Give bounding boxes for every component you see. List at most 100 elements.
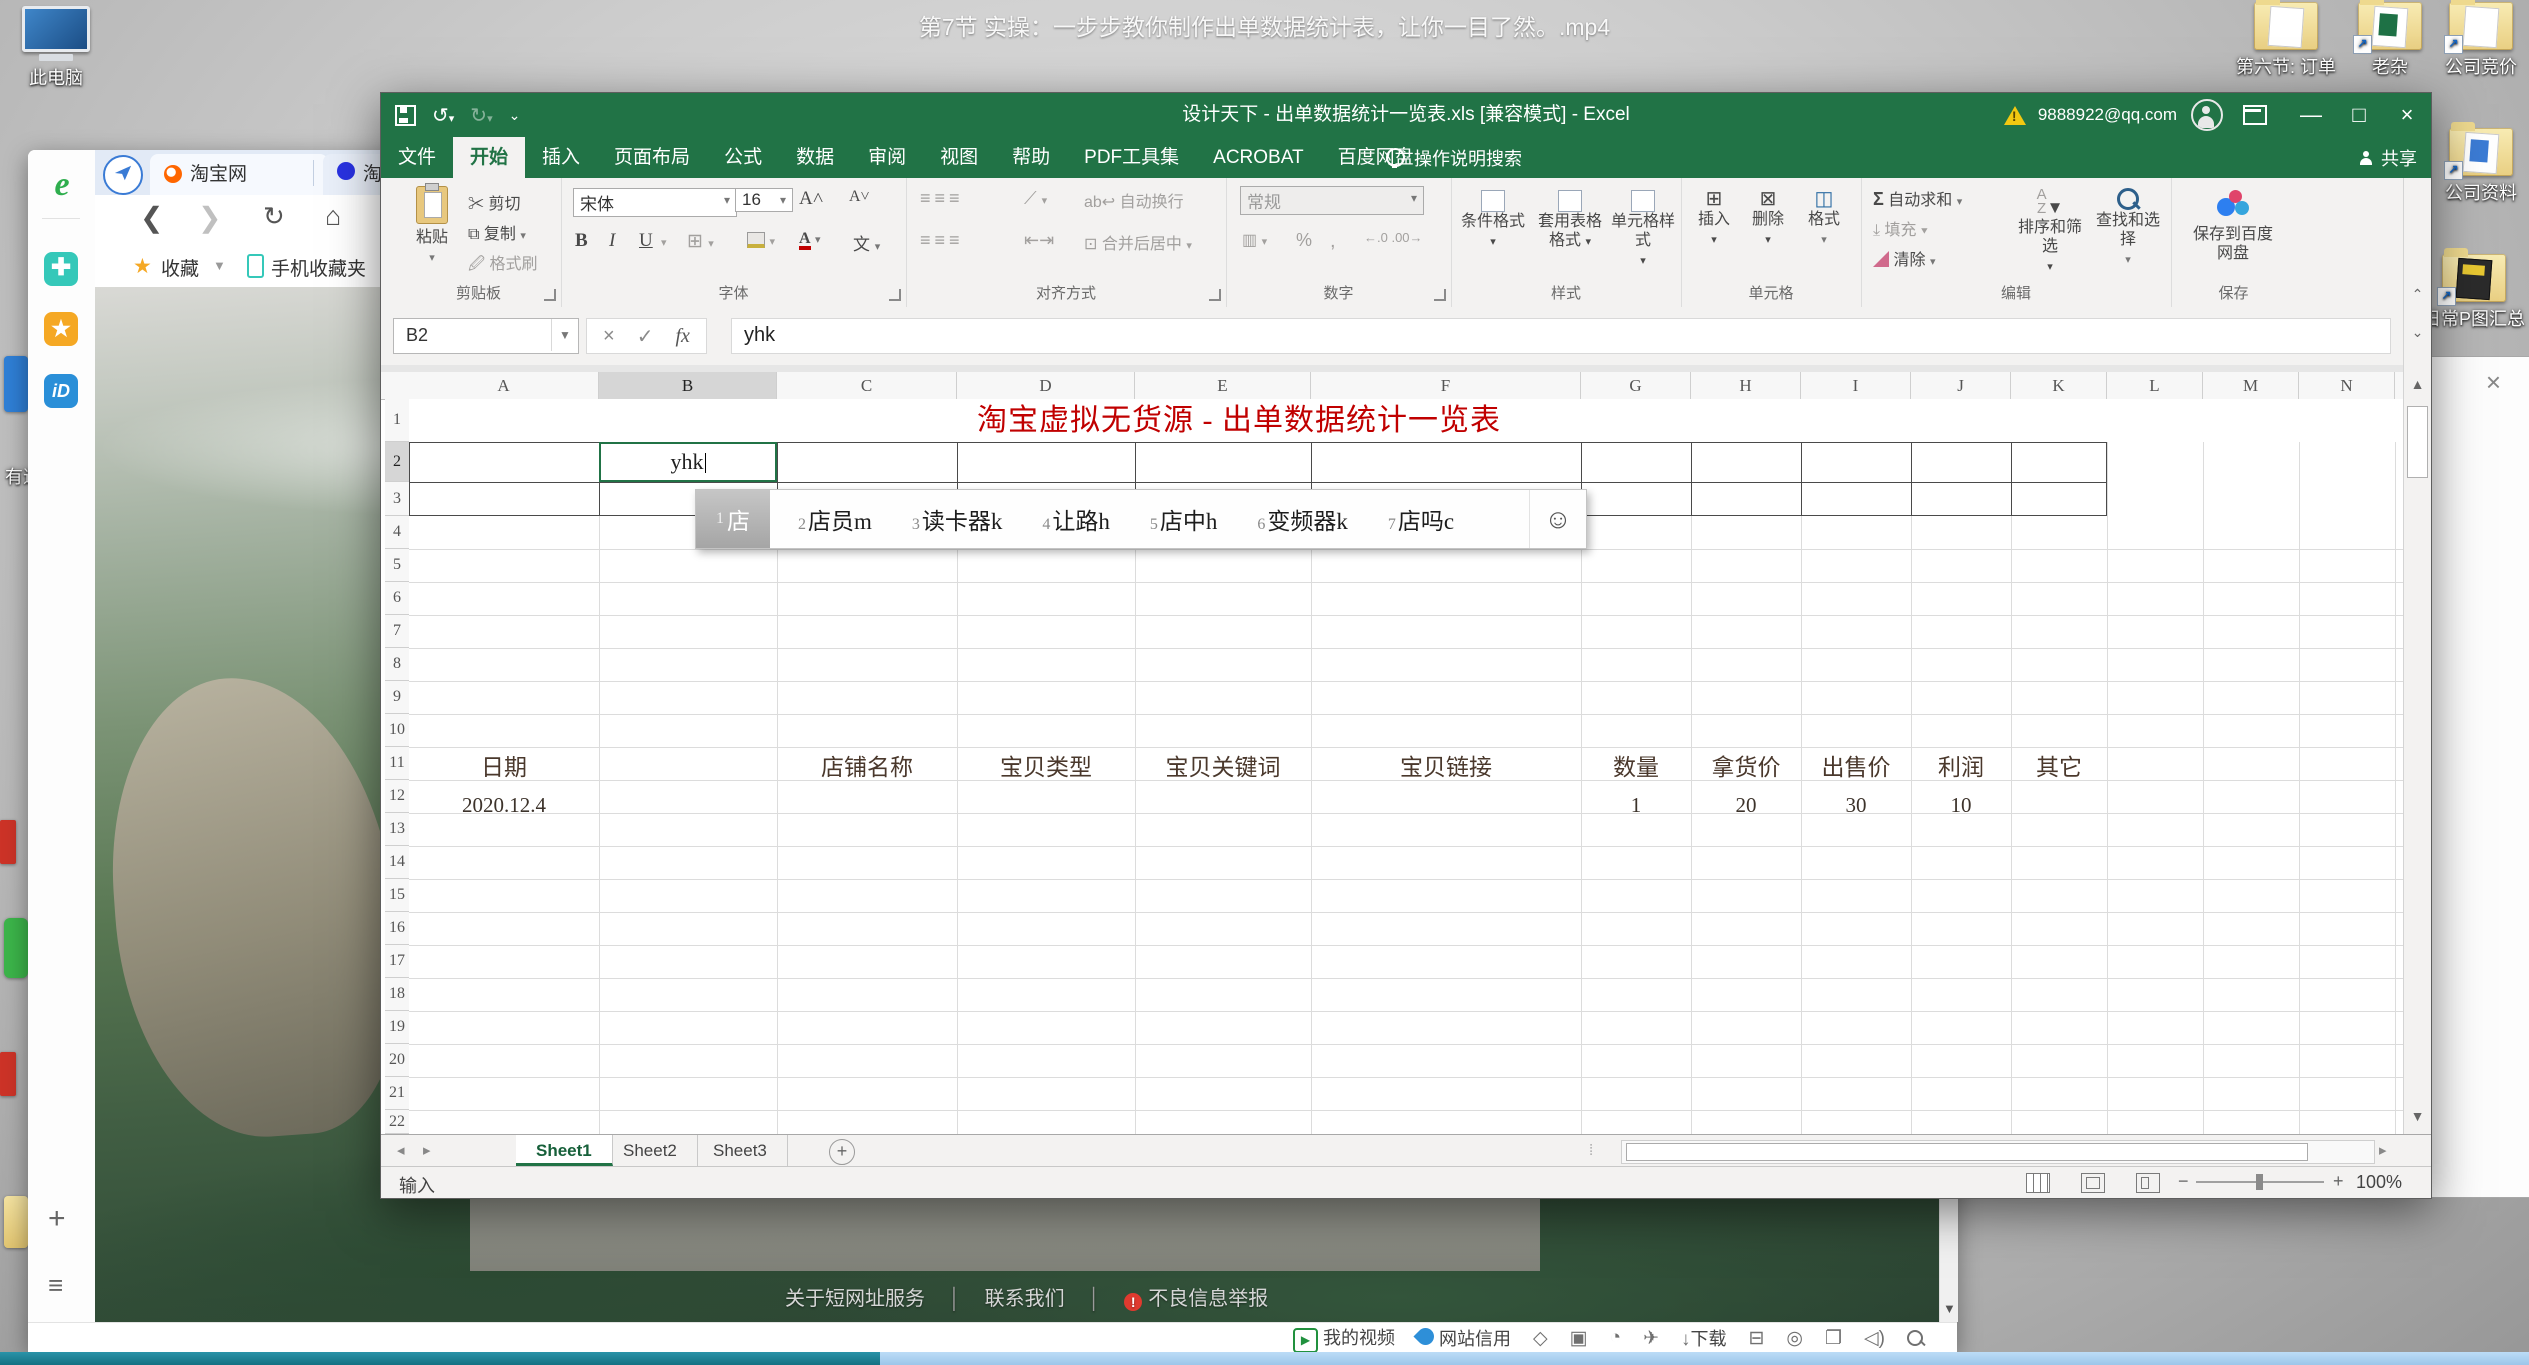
normal-view-icon[interactable] (2026, 1173, 2050, 1193)
forward-button[interactable]: ❯ (198, 201, 221, 234)
zoom-level[interactable]: 100% (2356, 1172, 2402, 1193)
row-header-20[interactable]: 20 (385, 1044, 410, 1077)
cell-C2[interactable]: 店铺名称 (777, 748, 957, 788)
sidebar-plugin-icon[interactable]: ✚ (44, 252, 78, 286)
shrink-font-icon[interactable]: A˅ (849, 188, 870, 206)
home-icon[interactable]: ⌂ (325, 201, 341, 232)
cell-F2[interactable]: 宝贝链接 (1311, 748, 1581, 788)
conditional-format-button[interactable]: 条件格式▾ (1457, 190, 1529, 252)
footer-link[interactable]: 关于短网址服务 (785, 1288, 925, 1310)
format-cells-button[interactable]: ◫格式▾ (1797, 190, 1851, 250)
cell-J2[interactable]: 利润 (1911, 748, 2011, 788)
cell-D2[interactable]: 宝贝类型 (957, 748, 1135, 788)
row-header-18[interactable]: 18 (385, 978, 410, 1011)
indent-icons[interactable]: ⇤⇥ (1024, 230, 1054, 251)
row-header-22[interactable]: 22 (385, 1110, 410, 1134)
ribbon-tab-6[interactable]: 数据 (779, 137, 851, 178)
download-item[interactable]: ↓下载 (1681, 1325, 1727, 1351)
sheet-nav-left-icon[interactable]: ◂ (397, 1135, 405, 1167)
scroll-down-icon[interactable]: ▼ (1943, 1301, 1956, 1316)
name-box[interactable]: B2 ▼ (393, 318, 579, 354)
row-header-7[interactable]: 7 (385, 615, 410, 648)
font-name-combo[interactable]: 宋体▾ (573, 188, 737, 217)
grow-font-icon[interactable]: A˄ (799, 188, 823, 210)
ribbon-tab-2[interactable]: 开始 (453, 137, 525, 178)
font-color-icon[interactable]: A ▾ (799, 230, 821, 250)
ribbon-tab-9[interactable]: 帮助 (995, 137, 1067, 178)
insert-function-icon[interactable]: fx (675, 325, 689, 348)
video-progress-played[interactable] (0, 1352, 880, 1365)
save-to-baidu-button[interactable]: 保存到百度网盘 (2189, 188, 2277, 263)
cancel-entry-icon[interactable]: × (603, 325, 615, 348)
desktop-icon-laoza[interactable]: ↗ 老杂 (2348, 2, 2432, 79)
desktop-icon-pimg[interactable]: ↗ 日常P图汇总 (2420, 254, 2528, 331)
bookmark-favorites[interactable]: 收藏 (161, 254, 199, 281)
tab-sheet3[interactable]: Sheet3 (693, 1135, 788, 1166)
fill-color-icon[interactable]: ▾ (747, 232, 775, 250)
desktop-icon-lesson6[interactable]: 第六节: 订单 (2232, 2, 2340, 79)
orientation-icon[interactable]: ⟋ ▾ (1024, 188, 1047, 209)
refresh-icon[interactable]: ↻ (263, 201, 285, 232)
autosum-button[interactable]: Σ 自动求和 ▾ (1873, 186, 1962, 210)
zoom-slider[interactable] (2196, 1181, 2324, 1183)
dialog-launcher-icon[interactable] (889, 289, 901, 301)
tell-me-search[interactable]: 操作说明搜索 (1386, 137, 1522, 178)
close-button[interactable]: × (2383, 93, 2431, 137)
desktop-icon-partial[interactable] (4, 356, 28, 412)
browser-tab-taobao[interactable]: 淘宝网 (150, 154, 328, 195)
find-select-button[interactable]: 查找和选择▾ (2089, 188, 2167, 270)
zoom-search-icon[interactable] (1907, 1330, 1923, 1346)
row-header-10[interactable]: 10 (385, 714, 410, 747)
insert-cells-button[interactable]: ⊞插入▾ (1689, 190, 1739, 250)
comma-icon[interactable]: , (1330, 230, 1336, 253)
underline-dd-icon[interactable]: ▾ (661, 236, 667, 249)
borders-icon[interactable]: ⊞ ▾ (687, 230, 714, 253)
column-header-C[interactable]: C (777, 372, 957, 399)
tab-sheet1[interactable]: Sheet1 (516, 1135, 613, 1166)
back-button[interactable]: ❮ (140, 201, 163, 234)
footer-link[interactable]: 联系我们 (985, 1288, 1065, 1310)
row-header-2[interactable]: 2 (385, 442, 412, 482)
cell-E2[interactable]: 宝贝关键词 (1135, 748, 1311, 788)
bookmark-mobile[interactable]: 手机收藏夹 (271, 254, 366, 281)
row-header-13[interactable]: 13 (385, 813, 410, 846)
ime-candidate[interactable]: 3读卡器k (912, 502, 1003, 536)
row-header-8[interactable]: 8 (385, 648, 410, 681)
cell-G2[interactable]: 数量 (1581, 748, 1691, 788)
minimize-button[interactable]: — (2287, 93, 2335, 137)
merge-center-button[interactable]: ⊡ 合并后居中 ▾ (1084, 230, 1192, 254)
window-icon[interactable]: ❐ (1825, 1327, 1842, 1350)
speed-icon[interactable]: ◔ (1610, 1327, 1621, 1349)
row-header-14[interactable]: 14 (385, 846, 410, 879)
row-header-1[interactable]: 1 (385, 399, 410, 442)
format-painter-button[interactable]: 🖉 格式刷 (468, 250, 538, 280)
desktop-icon-bidding[interactable]: ↗ 公司竞价 (2436, 2, 2526, 79)
chevron-down-icon[interactable]: ▼ (551, 319, 578, 351)
cell-A2[interactable]: 日期 (409, 748, 599, 788)
shield-icon[interactable]: ◇ (1533, 1327, 1548, 1350)
column-header-N[interactable]: N (2299, 372, 2395, 399)
vertical-align-icons[interactable]: ≡≡≡ (920, 188, 964, 209)
desktop-icon-partial[interactable] (4, 918, 28, 978)
row-header-4[interactable]: 4 (385, 516, 410, 549)
sidebar-id-icon[interactable]: iD (44, 374, 78, 408)
background-panel-window[interactable]: × (2428, 356, 2529, 1198)
desktop-icon-partial[interactable] (0, 1052, 16, 1096)
ime-candidate[interactable]: 2店员m (798, 502, 872, 536)
column-header-I[interactable]: I (1801, 372, 1911, 399)
formula-bar-expand-icon[interactable]: ⌄ (2404, 324, 2431, 341)
mode-icon[interactable]: ◎ (1786, 1327, 1803, 1350)
smiley-icon[interactable]: ☺ (1529, 490, 1586, 548)
column-header-H[interactable]: H (1691, 372, 1801, 399)
sheet-nav-right-icon[interactable]: ▸ (423, 1135, 431, 1167)
column-header-J[interactable]: J (1911, 372, 2011, 399)
cell-H3[interactable]: 20 (1691, 788, 1801, 822)
ribbon-tab-10[interactable]: PDF工具集 (1067, 137, 1196, 178)
boost-icon[interactable]: ✈ (1643, 1327, 1659, 1350)
account-email[interactable]: 9888922@qq.com (2038, 105, 2177, 125)
desktop-icon-partial[interactable] (4, 1196, 28, 1248)
column-header-G[interactable]: G (1581, 372, 1691, 399)
decimal-icons[interactable]: ←.0 .00→ (1364, 230, 1423, 245)
sidebar-menu-icon[interactable]: ≡ (48, 1270, 63, 1301)
row-header-12[interactable]: 12 (385, 780, 410, 813)
